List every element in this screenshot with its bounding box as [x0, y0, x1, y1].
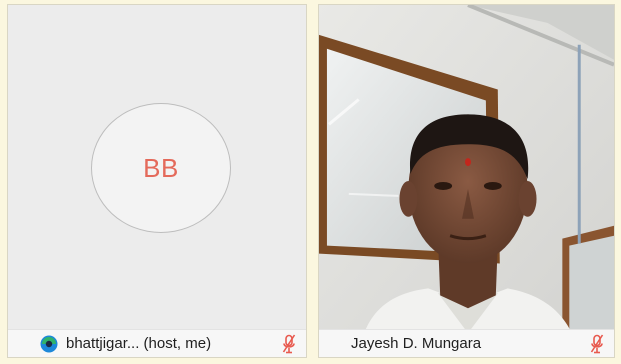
participant-name: bhattjigar... (host, me) [66, 335, 212, 352]
avatar-initials: BB [91, 103, 231, 233]
microphone-muted-icon [590, 334, 604, 354]
participant-video-feed [319, 5, 614, 357]
participant-tile-host[interactable]: BB bhattjigar... (host, me) [7, 4, 307, 358]
participant-tile-video[interactable]: Jayesh D. Mungara [318, 4, 615, 358]
participant-name-bar: Jayesh D. Mungara [319, 329, 614, 357]
app-logo-icon [40, 335, 58, 352]
microphone-muted-icon [282, 334, 296, 354]
participant-name: Jayesh D. Mungara [351, 335, 482, 352]
participant-name-bar: bhattjigar... (host, me) [8, 329, 306, 357]
